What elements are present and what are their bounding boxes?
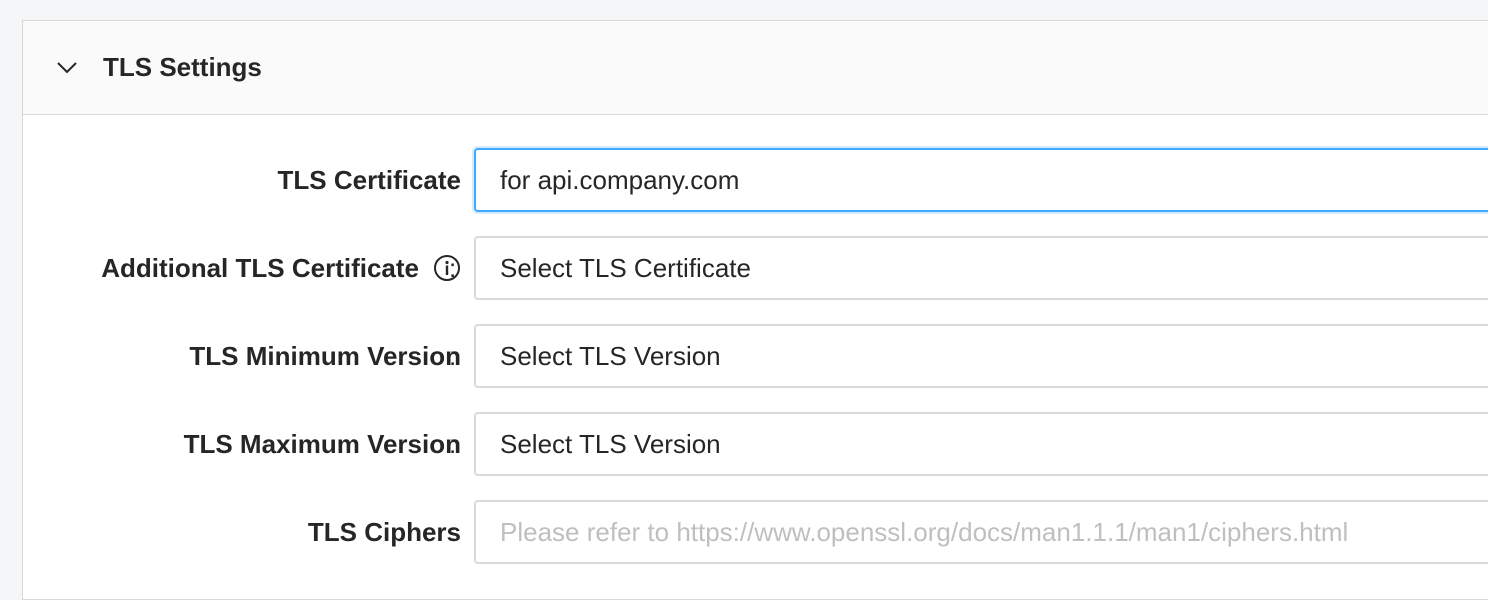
- label-colon: :: [449, 516, 457, 547]
- additional-tls-certificate-select[interactable]: Select TLS Certificate: [474, 236, 1488, 300]
- label-colon: :: [449, 428, 457, 459]
- tls-certificate-row: TLS Certificate : for api.company.com: [23, 148, 1488, 212]
- label-colon: :: [449, 164, 457, 195]
- tls-maximum-version-select[interactable]: Select TLS Version: [474, 412, 1488, 476]
- additional-tls-certificate-row: Additional TLS Certificate : Select TLS …: [23, 236, 1488, 300]
- tls-minimum-version-row: TLS Minimum Version : Select TLS Version: [23, 324, 1488, 388]
- tls-settings-panel: TLS Settings TLS Certificate : for api.c…: [22, 20, 1488, 600]
- chevron-down-icon[interactable]: [57, 58, 77, 78]
- tls-ciphers-input[interactable]: Please refer to https://www.openssl.org/…: [474, 500, 1488, 564]
- tls-minimum-version-select[interactable]: Select TLS Version: [474, 324, 1488, 388]
- tls-certificate-label: TLS Certificate: [277, 164, 462, 195]
- tls-minimum-version-placeholder: Select TLS Version: [500, 340, 721, 371]
- tls-ciphers-label: TLS Ciphers: [307, 516, 461, 547]
- additional-tls-certificate-placeholder: Select TLS Certificate: [500, 252, 751, 283]
- tls-maximum-version-label: TLS Maximum Version: [183, 428, 461, 459]
- tls-ciphers-row: TLS Ciphers : Please refer to https://ww…: [23, 500, 1488, 564]
- tls-minimum-version-label: TLS Minimum Version: [189, 340, 461, 371]
- tls-certificate-select[interactable]: for api.company.com: [474, 148, 1488, 212]
- tls-ciphers-placeholder: Please refer to https://www.openssl.org/…: [500, 516, 1349, 547]
- tls-settings-header[interactable]: TLS Settings: [23, 21, 1488, 115]
- tls-maximum-version-placeholder: Select TLS Version: [500, 428, 721, 459]
- label-colon: :: [449, 252, 457, 283]
- tls-certificate-value: for api.company.com: [500, 164, 740, 195]
- additional-tls-certificate-label-text: Additional TLS Certificate: [101, 252, 419, 283]
- panel-title: TLS Settings: [103, 52, 262, 82]
- tls-maximum-version-row: TLS Maximum Version : Select TLS Version: [23, 412, 1488, 476]
- additional-tls-certificate-label: Additional TLS Certificate: [101, 236, 461, 300]
- label-colon: :: [449, 340, 457, 371]
